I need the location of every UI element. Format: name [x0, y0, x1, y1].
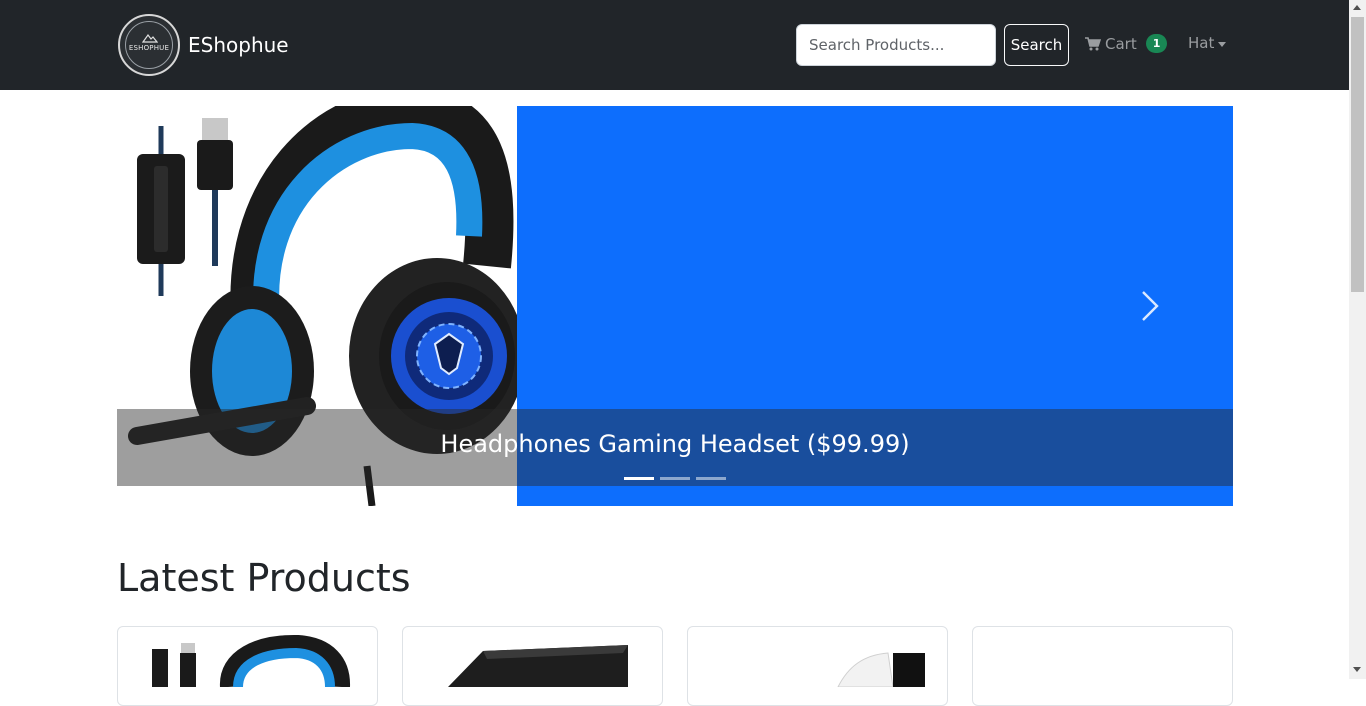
navbar: ESHOPHUE EShophue Search Cart 1 Hat [0, 0, 1349, 90]
search-button[interactable]: Search [1004, 24, 1069, 66]
desktop-pc-product-thumbnail[interactable] [403, 627, 663, 687]
latest-products-title: Latest Products [117, 556, 411, 600]
carousel-caption[interactable]: Headphones Gaming Headset ($99.99) [117, 430, 1233, 458]
headset-product-thumbnail[interactable] [118, 627, 378, 688]
product-card[interactable] [687, 626, 948, 706]
user-name: Hat [1188, 34, 1215, 52]
shopping-cart-icon [1085, 36, 1101, 50]
scroll-up-icon[interactable] [1353, 5, 1361, 10]
carousel-indicator[interactable] [660, 477, 690, 480]
carousel-indicator[interactable] [696, 477, 726, 480]
scroll-thumb[interactable] [1351, 17, 1364, 292]
search-input[interactable] [796, 24, 996, 66]
mountain-logo-icon [142, 33, 158, 43]
game-console-product-thumbnail[interactable] [688, 627, 948, 688]
page-scrollbar[interactable] [1349, 0, 1366, 679]
brand-link[interactable]: ESHOPHUE EShophue [118, 14, 289, 76]
cart-label: Cart [1105, 34, 1137, 53]
caret-down-icon [1218, 41, 1227, 47]
product-carousel[interactable]: Headphones Gaming Headset ($99.99) [117, 106, 1233, 506]
chevron-right-icon[interactable] [1135, 286, 1165, 326]
scroll-down-icon[interactable] [1353, 667, 1361, 672]
brand-name: EShophue [188, 33, 289, 57]
carousel-indicators [117, 477, 1233, 480]
cart-link[interactable]: Cart 1 [1085, 34, 1168, 53]
logo-text: ESHOPHUE [128, 44, 170, 52]
product-card[interactable] [402, 626, 663, 706]
cart-count-badge: 1 [1145, 34, 1168, 53]
brand-logo: ESHOPHUE [118, 14, 180, 76]
product-card[interactable] [117, 626, 378, 706]
product-card[interactable] [972, 626, 1233, 706]
user-dropdown[interactable]: Hat [1188, 34, 1227, 52]
carousel-indicator[interactable] [624, 477, 654, 480]
